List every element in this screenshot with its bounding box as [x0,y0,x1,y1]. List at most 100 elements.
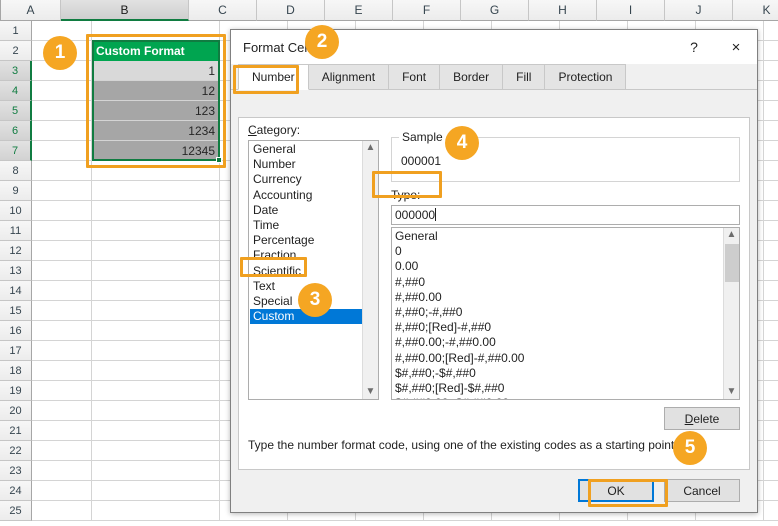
format-code-item-0[interactable]: General [395,229,723,244]
cell-B16[interactable] [92,321,220,341]
format-code-item-1[interactable]: 0 [395,244,723,259]
cell-K7[interactable] [764,141,778,161]
cell-B9[interactable] [92,181,220,201]
row-header-22[interactable]: 22 [0,441,32,461]
cell-B20[interactable] [92,401,220,421]
row-header-9[interactable]: 9 [0,181,32,201]
format-code-item-11[interactable]: $#,##0.00;-$#,##0.00 [395,396,723,399]
row-header-7[interactable]: 7 [0,141,32,161]
category-item-number[interactable]: Number [250,157,362,172]
cell-B25[interactable] [92,501,220,521]
tab-fill[interactable]: Fill [502,64,545,89]
cell-A14[interactable] [32,281,92,301]
column-header-b[interactable]: B [61,0,189,21]
cell-K22[interactable] [764,441,778,461]
cancel-button[interactable]: Cancel [664,479,740,502]
tab-protection[interactable]: Protection [544,64,626,89]
format-code-item-2[interactable]: 0.00 [395,259,723,274]
cell-K20[interactable] [764,401,778,421]
cell-A9[interactable] [32,181,92,201]
cell-A17[interactable] [32,341,92,361]
column-header-j[interactable]: J [665,0,733,21]
row-header-12[interactable]: 12 [0,241,32,261]
format-code-item-4[interactable]: #,##0.00 [395,290,723,305]
cell-K13[interactable] [764,261,778,281]
row-header-11[interactable]: 11 [0,221,32,241]
column-header-a[interactable]: A [1,0,61,21]
cell-B19[interactable] [92,381,220,401]
type-input[interactable]: 000000 [391,205,740,225]
cell-K17[interactable] [764,341,778,361]
column-header-e[interactable]: E [325,0,393,21]
cell-K23[interactable] [764,461,778,481]
cell-B21[interactable] [92,421,220,441]
cell-K10[interactable] [764,201,778,221]
format-codes-scrollbar[interactable]: ▲ ▼ [723,228,739,399]
cell-A15[interactable] [32,301,92,321]
format-code-item-3[interactable]: #,##0 [395,275,723,290]
cell-K14[interactable] [764,281,778,301]
row-header-18[interactable]: 18 [0,361,32,381]
cell-B8[interactable] [92,161,220,181]
cell-B15[interactable] [92,301,220,321]
tab-alignment[interactable]: Alignment [308,64,389,89]
format-code-item-6[interactable]: #,##0;[Red]-#,##0 [395,320,723,335]
cell-B2[interactable]: Custom Format [92,41,220,61]
cell-B11[interactable] [92,221,220,241]
row-header-17[interactable]: 17 [0,341,32,361]
cell-K16[interactable] [764,321,778,341]
cell-K21[interactable] [764,421,778,441]
row-header-2[interactable]: 2 [0,41,32,61]
cell-A21[interactable] [32,421,92,441]
cell-K18[interactable] [764,361,778,381]
fill-handle[interactable] [216,157,222,163]
cell-A22[interactable] [32,441,92,461]
scroll-down-icon[interactable]: ▼ [366,387,376,397]
cell-K5[interactable] [764,101,778,121]
row-header-24[interactable]: 24 [0,481,32,501]
column-header-d[interactable]: D [257,0,325,21]
cell-A5[interactable] [32,101,92,121]
cell-B3[interactable]: 1 [92,61,220,81]
column-header-f[interactable]: F [393,0,461,21]
category-item-percentage[interactable]: Percentage [250,233,362,248]
cell-K8[interactable] [764,161,778,181]
row-header-4[interactable]: 4 [0,81,32,101]
row-header-3[interactable]: 3 [0,61,32,81]
category-scrollbar[interactable]: ▲ ▼ [362,141,378,399]
column-header-k[interactable]: K [733,0,778,21]
cell-B23[interactable] [92,461,220,481]
format-code-item-5[interactable]: #,##0;-#,##0 [395,305,723,320]
help-icon[interactable]: ? [673,31,715,63]
row-header-16[interactable]: 16 [0,321,32,341]
cell-K15[interactable] [764,301,778,321]
cell-A8[interactable] [32,161,92,181]
tab-number[interactable]: Number [238,64,309,90]
cell-B7[interactable]: 12345 [92,141,220,161]
format-code-item-8[interactable]: #,##0.00;[Red]-#,##0.00 [395,351,723,366]
cell-K4[interactable] [764,81,778,101]
cell-B10[interactable] [92,201,220,221]
cell-K1[interactable] [764,21,778,41]
close-icon[interactable]: × [715,31,757,63]
category-listbox[interactable]: GeneralNumberCurrencyAccountingDateTimeP… [248,140,379,400]
row-header-1[interactable]: 1 [0,21,32,41]
cell-K6[interactable] [764,121,778,141]
cell-A4[interactable] [32,81,92,101]
cell-A12[interactable] [32,241,92,261]
ok-button[interactable]: OK [578,479,654,502]
row-header-6[interactable]: 6 [0,121,32,141]
cell-B4[interactable]: 12 [92,81,220,101]
row-header-10[interactable]: 10 [0,201,32,221]
column-header-i[interactable]: I [597,0,665,21]
category-item-currency[interactable]: Currency [250,172,362,187]
category-item-fraction[interactable]: Fraction [250,248,362,263]
cell-K25[interactable] [764,501,778,521]
cell-B22[interactable] [92,441,220,461]
cell-K24[interactable] [764,481,778,501]
cell-B5[interactable]: 123 [92,101,220,121]
cell-B14[interactable] [92,281,220,301]
cell-A7[interactable] [32,141,92,161]
cell-B6[interactable]: 1234 [92,121,220,141]
cell-A19[interactable] [32,381,92,401]
